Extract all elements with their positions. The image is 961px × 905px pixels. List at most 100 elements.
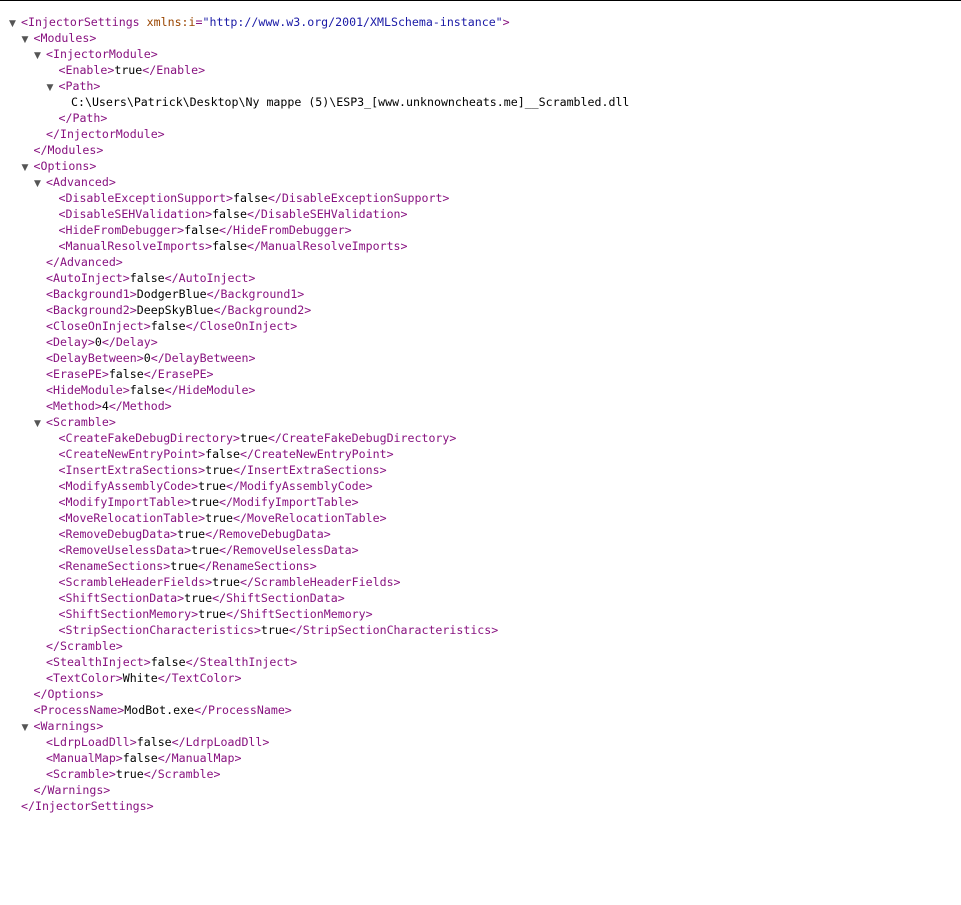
- xml-line-erasepe: <ErasePE>false</ErasePE>: [9, 366, 629, 382]
- xml-line-advanced[interactable]: ▼ <Advanced>: [9, 174, 629, 190]
- xml-line-background2: <Background2>DeepSkyBlue</Background2>: [9, 302, 629, 318]
- xml-line-hidefromdebugger: <HideFromDebugger>false</HideFromDebugge…: [9, 222, 629, 238]
- xml-tag-end: >: [108, 415, 116, 429]
- xml-close-tag: </HideModule>: [164, 383, 256, 397]
- xml-open-tag: <DisableExceptionSupport>: [58, 191, 234, 205]
- xml-text-value: false: [129, 383, 165, 397]
- xml-text-value: true: [198, 479, 227, 493]
- xml-text-value: White: [122, 671, 158, 685]
- xml-line-warnings: </Warnings>: [9, 782, 629, 798]
- xml-tag-end: >: [108, 175, 116, 189]
- xml-text-value: false: [212, 207, 247, 221]
- top-border: [0, 0, 961, 1]
- xml-line-moverelocationtable: <MoveRelocationTable>true</MoveRelocatio…: [9, 510, 629, 526]
- xml-line-renamesections: <RenameSections>true</RenameSections>: [9, 558, 629, 574]
- xml-line-injectormodule: </InjectorModule>: [9, 126, 629, 142]
- xml-line-method: <Method>4</Method>: [9, 398, 629, 414]
- xml-close-tag: </CreateFakeDebugDirectory>: [267, 431, 457, 445]
- xml-tag-end: >: [150, 47, 158, 61]
- xml-open-tag: <ProcessName>: [33, 703, 125, 717]
- xml-line-path: </Path>: [9, 110, 629, 126]
- xml-line-injectorsettings[interactable]: ▼ <InjectorSettings xmlns:i="http://www.w…: [9, 14, 629, 30]
- xml-close-tag: </RenameSections>: [198, 559, 317, 573]
- xml-close-tag: </ScrambleHeaderFields>: [239, 575, 401, 589]
- xml-text-value: false: [205, 447, 240, 461]
- xml-text-value: false: [150, 319, 186, 333]
- xml-text-value: 0: [143, 351, 151, 365]
- xml-open-tag: <CloseOnInject>: [46, 319, 151, 333]
- xml-line-autoinject: <AutoInject>false</AutoInject>: [9, 270, 629, 286]
- xml-text-value: false: [129, 271, 165, 285]
- xml-line-options[interactable]: ▼ <Options>: [9, 158, 629, 174]
- xml-close-tag: </RemoveDebugData>: [205, 527, 331, 541]
- xml-line-removedebugdata: <RemoveDebugData>true</RemoveDebugData>: [9, 526, 629, 542]
- xml-text-value: DodgerBlue: [136, 287, 207, 301]
- xml-text-value: true: [114, 63, 143, 77]
- xml-text-value: 4: [101, 399, 109, 413]
- xml-close-tag: </ManualResolveImports>: [246, 239, 408, 253]
- xml-open-tag: <ManualResolveImports>: [58, 239, 213, 253]
- xml-line-removeuselessdata: <RemoveUselessData>true</RemoveUselessDa…: [9, 542, 629, 558]
- xml-line-path[interactable]: ▼ <Path>: [9, 78, 629, 94]
- xml-open-tag: <ErasePE>: [46, 367, 109, 381]
- xml-open-tag: <ShiftSectionData>: [58, 591, 185, 605]
- xml-line-warnings[interactable]: ▼ <Warnings>: [9, 718, 629, 734]
- xml-attribute-name: xmlns:i: [146, 15, 196, 29]
- xml-text-value: true: [184, 591, 213, 605]
- xml-close-tag: </ModifyAssemblyCode>: [226, 479, 373, 493]
- xml-open-tag: <InsertExtraSections>: [58, 463, 206, 477]
- xml-open-tag: <ShiftSectionMemory>: [58, 607, 199, 621]
- xml-open-tag: <ScrambleHeaderFields>: [58, 575, 213, 589]
- xml-line-scramble[interactable]: ▼ <Scramble>: [9, 414, 629, 430]
- xml-line-stealthinject: <StealthInject>false</StealthInject>: [9, 654, 629, 670]
- xml-line-injectormodule[interactable]: ▼ <InjectorModule>: [9, 46, 629, 62]
- xml-line-manualmap: <ManualMap>false</ManualMap>: [9, 750, 629, 766]
- xml-open-tag: <Method>: [46, 399, 102, 413]
- xml-close-tag: </RemoveUselessData>: [219, 543, 359, 557]
- xml-open-tag: <CreateFakeDebugDirectory>: [58, 431, 240, 445]
- xml-open-tag: <Warnings: [33, 719, 97, 733]
- xml-line-enable: <Enable>true</Enable>: [9, 62, 629, 78]
- xml-text-value: true: [191, 543, 220, 557]
- xml-open-tag: <Enable>: [58, 63, 115, 77]
- xml-attribute-eq: =: [195, 15, 203, 29]
- xml-text-value: true: [239, 431, 268, 445]
- xml-text-value: false: [233, 191, 268, 205]
- xml-close-tag: </ManualMap>: [157, 751, 242, 765]
- xml-open-tag: <Background1>: [46, 287, 137, 301]
- xml-line-createfakedebugdirectory: <CreateFakeDebugDirectory>true</CreateFa…: [9, 430, 629, 446]
- xml-close-tag: </HideFromDebugger>: [219, 223, 352, 237]
- xml-line-hidemodule: <HideModule>false</HideModule>: [9, 382, 629, 398]
- xml-line-scrambleheaderfields: <ScrambleHeaderFields>true</ScrambleHead…: [9, 574, 629, 590]
- xml-close-tag: </DisableSEHValidation>: [246, 207, 408, 221]
- xml-close-tag: </AutoInject>: [164, 271, 256, 285]
- xml-text-value: false: [184, 223, 220, 237]
- xml-line-scramble: <Scramble>true</Scramble>: [9, 766, 629, 782]
- xml-line-processname: <ProcessName>ModBot.exe</ProcessName>: [9, 702, 629, 718]
- xml-text-value: true: [205, 463, 234, 477]
- xml-close-tag: </Enable>: [142, 63, 206, 77]
- xml-close-tag: </Path>: [58, 111, 108, 125]
- xml-line-modules[interactable]: ▼ <Modules>: [9, 30, 629, 46]
- xml-text-value: ModBot.exe: [124, 703, 195, 717]
- xml-line-delay: <Delay>0</Delay>: [9, 334, 629, 350]
- xml-text-value: false: [136, 735, 172, 749]
- xml-text-value: true: [177, 527, 206, 541]
- xml-open-tag: <MoveRelocationTable>: [58, 511, 206, 525]
- xml-close-tag: </InsertExtraSections>: [233, 463, 387, 477]
- xml-open-tag: <CreateNewEntryPoint>: [58, 447, 206, 461]
- xml-close-tag: </InjectorSettings>: [21, 799, 154, 813]
- xml-line-text: C:\Users\Patrick\Desktop\Ny mappe (5)\ES…: [9, 94, 629, 110]
- xml-open-tag: <InjectorModule: [46, 47, 151, 61]
- xml-text-value: false: [108, 367, 144, 381]
- xml-line-modules: </Modules>: [9, 142, 629, 158]
- xml-open-tag: <ModifyAssemblyCode>: [58, 479, 199, 493]
- xml-line-advanced: </Advanced>: [9, 254, 629, 270]
- xml-open-tag: <HideModule>: [46, 383, 130, 397]
- xml-close-tag: </StripSectionCharacteristics>: [288, 623, 499, 637]
- xml-line-insertextrasections: <InsertExtraSections>true</InsertExtraSe…: [9, 462, 629, 478]
- xml-attribute-value: "http://www.w3.org/2001/XMLSchema-instan…: [202, 15, 503, 29]
- xml-close-tag: </Warnings>: [33, 783, 111, 797]
- xml-text-value: 0: [94, 335, 102, 349]
- xml-close-tag: </Options>: [33, 687, 104, 701]
